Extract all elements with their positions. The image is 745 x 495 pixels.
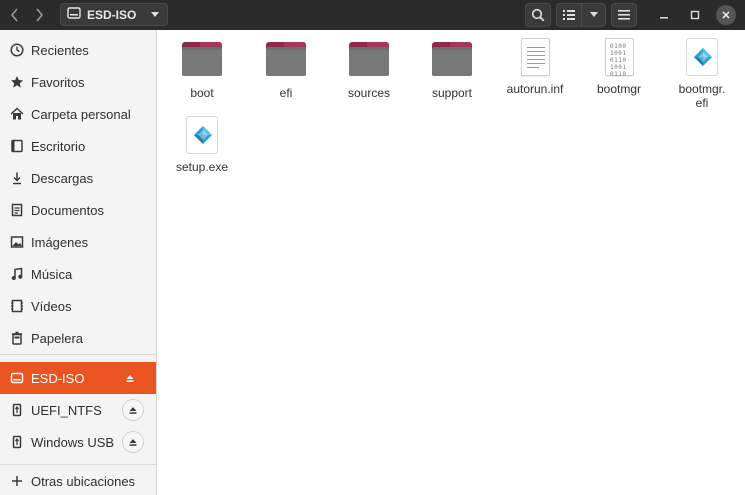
sidebar-item-label: ESD-ISO: [31, 370, 85, 386]
file-name: autorun.inf: [506, 82, 564, 96]
sidebar-item-descargas[interactable]: Descargas: [0, 162, 156, 194]
location-button[interactable]: ESD-ISO: [60, 3, 168, 26]
list-view-button[interactable]: [557, 4, 581, 26]
divider: [0, 354, 156, 355]
executable-icon: [682, 38, 722, 78]
sidebar-item-label: Vídeos: [31, 298, 72, 314]
sidebar-item-label: Imágenes: [31, 234, 89, 250]
file-item-boot[interactable]: boot: [160, 38, 244, 100]
sidebar-device-esd-iso[interactable]: ESD-ISO: [0, 362, 156, 394]
binary-file-icon: 0100 1001 0110 1001 0110: [599, 38, 639, 78]
sidebar-item-label: Descargas: [31, 170, 94, 186]
sidebar-item-favoritos[interactable]: Favoritos: [0, 66, 156, 98]
drive-icon: [67, 7, 81, 22]
close-icon: [722, 11, 730, 19]
file-item-efi[interactable]: efi: [244, 38, 328, 100]
file-item-support[interactable]: support: [410, 38, 494, 100]
chevron-left-icon: [10, 8, 18, 22]
forward-button[interactable]: [28, 4, 50, 26]
folder-icon: [182, 42, 222, 82]
close-button[interactable]: [716, 5, 736, 25]
sidebar-item-label: Carpeta personal: [31, 106, 131, 122]
sidebar-item-escritorio[interactable]: Escritorio: [0, 130, 156, 162]
trash-icon: [9, 330, 25, 346]
sidebar-item-label: Recientes: [31, 42, 89, 58]
folder-icon: [432, 42, 472, 82]
star-icon: [9, 74, 25, 90]
eject-button[interactable]: [122, 370, 138, 386]
header-bar: ESD-ISO: [0, 0, 745, 30]
file-item-autorun-inf[interactable]: autorun.inf: [493, 38, 577, 96]
chevron-right-icon: [36, 8, 44, 22]
drive-icon: [9, 370, 25, 386]
file-name: bootmgr: [596, 82, 642, 96]
eject-button[interactable]: [122, 431, 144, 453]
sidebar-item-label: Papelera: [31, 330, 84, 346]
file-grid: boot efi sources support autorun.inf 010…: [158, 30, 745, 495]
executable-icon: [182, 116, 222, 156]
document-icon: [9, 202, 25, 218]
sidebar-device-uefi-ntfs[interactable]: UEFI_NTFS: [0, 394, 156, 426]
chevron-down-icon: [151, 12, 159, 17]
music-icon: [9, 266, 25, 282]
sidebar-item-label: Escritorio: [31, 138, 86, 154]
sidebar-item-documentos[interactable]: Documentos: [0, 194, 156, 226]
sidebar-item-label: UEFI_NTFS: [31, 402, 102, 418]
folder-icon: [266, 42, 306, 82]
maximize-icon: [690, 10, 700, 20]
folder-icon: [349, 42, 389, 82]
file-item-sources[interactable]: sources: [327, 38, 411, 100]
minimize-icon: [660, 17, 668, 19]
sidebar-item-label: Música: [31, 266, 73, 282]
location-label: ESD-ISO: [87, 7, 137, 22]
sidebar-item-papelera[interactable]: Papelera: [0, 322, 156, 354]
sidebar-item-videos[interactable]: Vídeos: [0, 290, 156, 322]
list-view-icon: [563, 10, 575, 20]
file-item-setup-exe[interactable]: setup.exe: [160, 116, 244, 174]
sidebar-item-carpeta-personal[interactable]: Carpeta personal: [0, 98, 156, 130]
file-name: boot: [190, 86, 214, 100]
usb-icon: [9, 402, 25, 418]
hamburger-icon: [612, 4, 636, 26]
sidebar-item-label: Documentos: [31, 202, 104, 218]
file-item-bootmgr[interactable]: 0100 1001 0110 1001 0110 bootmgr: [577, 38, 661, 96]
video-icon: [9, 298, 25, 314]
eject-icon: [129, 439, 137, 446]
home-icon: [9, 106, 25, 122]
plus-icon: [9, 473, 25, 489]
sidebar-device-windows-usb[interactable]: Windows USB: [0, 426, 156, 458]
file-name: sources: [347, 86, 391, 100]
sidebar-item-label: Favoritos: [31, 74, 85, 90]
sidebar-item-musica[interactable]: Música: [0, 258, 156, 290]
eject-icon: [126, 375, 134, 382]
usb-icon: [9, 434, 25, 450]
minimize-button[interactable]: [654, 5, 674, 25]
eject-button[interactable]: [122, 399, 144, 421]
sidebar-item-imagenes[interactable]: Imágenes: [0, 226, 156, 258]
file-item-bootmgr-efi[interactable]: bootmgr. efi: [660, 38, 744, 110]
sidebar-item-label: Windows USB: [31, 434, 115, 450]
menu-button[interactable]: [611, 3, 637, 27]
sidebar-item-label: Otras ubicaciones: [31, 473, 136, 489]
sidebar: Recientes Favoritos Carpeta personal Esc…: [0, 30, 157, 495]
eject-icon: [129, 407, 137, 414]
clock-icon: [9, 42, 25, 58]
view-toggle: [556, 3, 606, 27]
file-name: support: [431, 86, 473, 100]
back-button[interactable]: [4, 4, 26, 26]
desktop-icon: [9, 138, 25, 154]
sidebar-item-otras-ubicaciones[interactable]: Otras ubicaciones: [0, 465, 156, 495]
image-icon: [9, 234, 25, 250]
sidebar-item-recientes[interactable]: Recientes: [0, 34, 156, 66]
search-button[interactable]: [525, 3, 551, 27]
maximize-button[interactable]: [685, 5, 705, 25]
text-file-icon: [515, 38, 555, 78]
chevron-down-icon: [590, 12, 598, 17]
file-name: efi: [279, 86, 293, 100]
view-options-button[interactable]: [582, 4, 606, 26]
search-icon: [526, 4, 550, 26]
file-name: setup.exe: [175, 160, 229, 174]
file-name: bootmgr. efi: [678, 82, 726, 110]
download-icon: [9, 170, 25, 186]
